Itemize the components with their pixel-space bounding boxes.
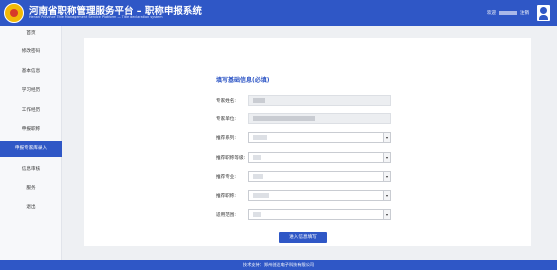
chevron-down-icon xyxy=(383,133,390,142)
logout-link[interactable]: 注销 xyxy=(520,11,529,16)
field-label-series: 推荐系列: xyxy=(216,136,236,141)
sidebar: 首页 修改密码 基本信息 学习经历 工作经历 申报职称 申报专家库录入 信息审核… xyxy=(0,26,62,260)
sidebar-item-exit[interactable]: 退出 xyxy=(0,200,62,216)
sidebar-item-review[interactable]: 信息审核 xyxy=(0,162,62,178)
enter-info-button[interactable]: 进入信息填写 xyxy=(279,232,327,243)
series-select[interactable] xyxy=(248,132,391,143)
title-select[interactable] xyxy=(248,190,391,201)
title-level-select[interactable] xyxy=(248,152,391,163)
field-label-expert-name: 专家姓名: xyxy=(216,99,236,104)
username-redacted xyxy=(499,10,517,15)
sidebar-item-expert-entry[interactable]: 申报专家库录入 xyxy=(0,141,62,157)
chevron-down-icon xyxy=(383,172,390,181)
expert-name-field xyxy=(248,95,391,106)
chevron-down-icon xyxy=(383,210,390,219)
sidebar-item-home[interactable]: 首页 xyxy=(0,26,62,42)
scope-select[interactable] xyxy=(248,209,391,220)
app-header: 河南省职称管理服务平台 – 职称申报系统 Henan Province Titl… xyxy=(0,0,557,26)
emblem-logo xyxy=(4,3,24,23)
chevron-down-icon xyxy=(383,153,390,162)
sidebar-item-change-password[interactable]: 修改密码 xyxy=(0,44,62,60)
field-label-scope: 适用范围: xyxy=(216,213,236,218)
app-subtitle: Henan Province Title Management Service … xyxy=(29,15,163,19)
sidebar-item-title-application[interactable]: 申报职称 xyxy=(0,122,62,138)
form-title: 填写基础信息(必填) xyxy=(216,77,270,84)
sidebar-item-basic-info[interactable]: 基本信息 xyxy=(0,64,62,80)
field-label-expert-unit: 专家单位: xyxy=(216,117,236,122)
expert-unit-field xyxy=(248,113,391,124)
welcome-text: 欢迎 注销 xyxy=(487,10,529,16)
field-label-title-level: 推荐职称等级: xyxy=(216,156,246,161)
chevron-down-icon xyxy=(383,191,390,200)
specialty-select[interactable] xyxy=(248,171,391,182)
sidebar-item-education[interactable]: 学习经历 xyxy=(0,83,62,99)
sidebar-item-work-history[interactable]: 工作经历 xyxy=(0,103,62,119)
footer-text: 技术支持：郑州创达电子科技有限公司 xyxy=(242,262,315,267)
welcome-prefix: 欢迎 xyxy=(487,11,496,16)
field-label-specialty: 推荐专业: xyxy=(216,175,236,180)
field-label-title: 推荐职称: xyxy=(216,194,236,199)
user-avatar-icon[interactable] xyxy=(537,5,550,21)
sidebar-item-service[interactable]: 服务 xyxy=(0,181,62,197)
footer: 技术支持：郑州创达电子科技有限公司 xyxy=(0,260,557,270)
